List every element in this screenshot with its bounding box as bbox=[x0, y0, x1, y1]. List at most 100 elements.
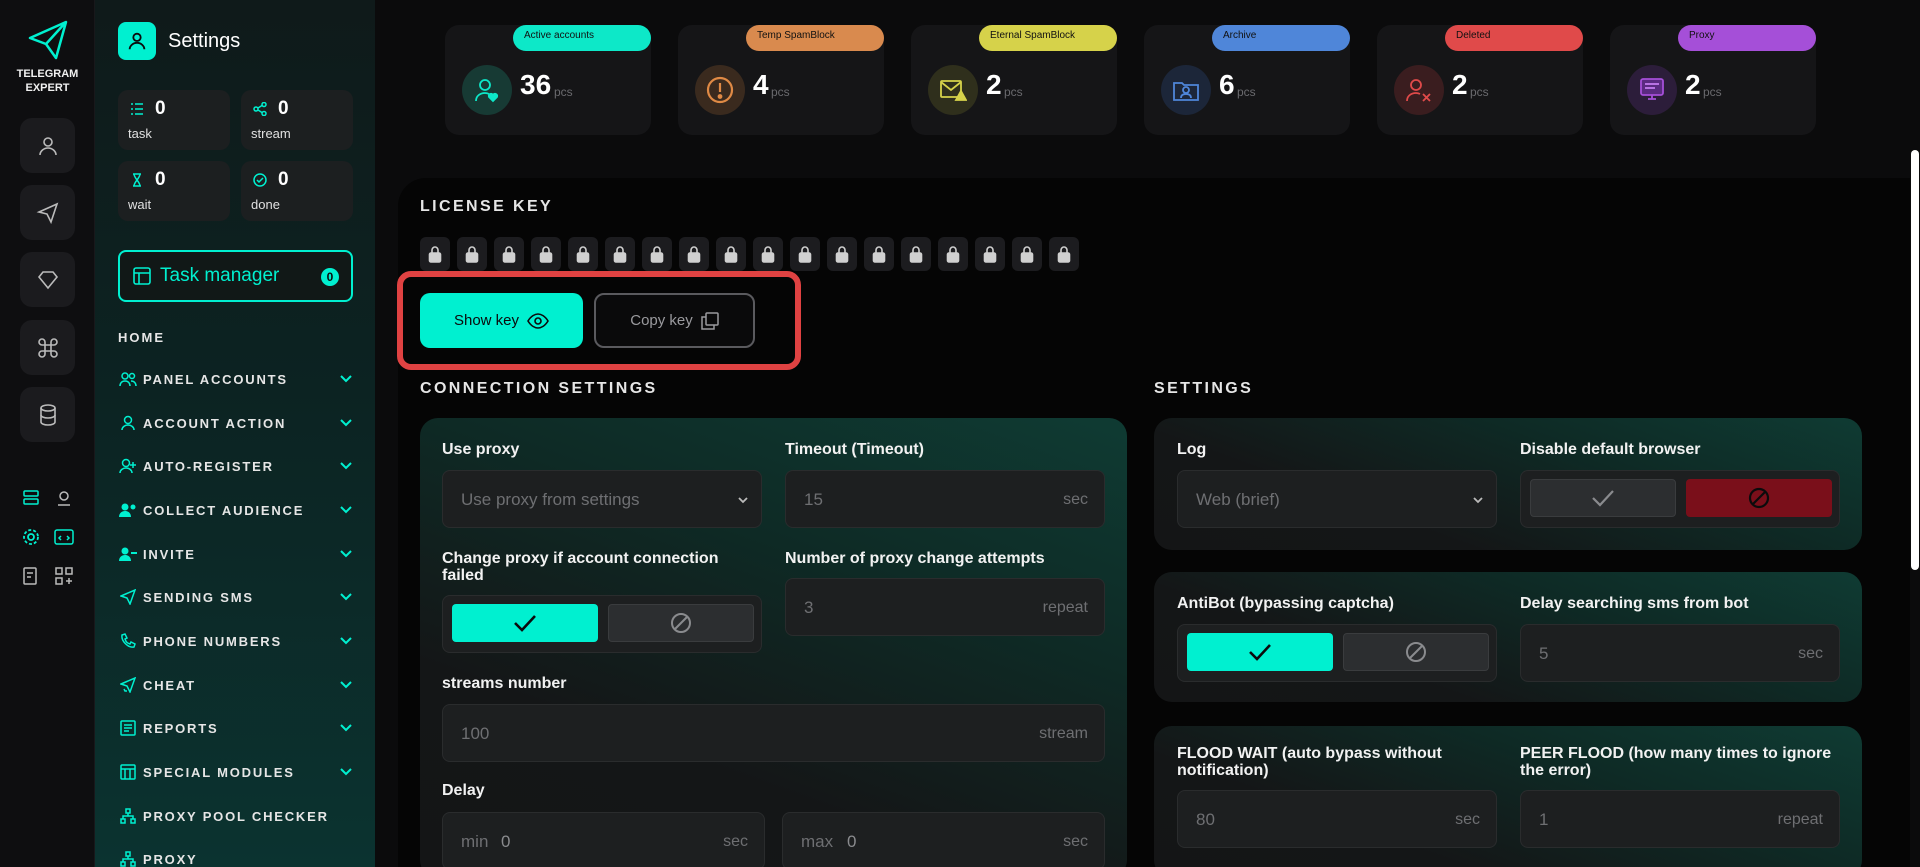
stat-card-temp-spamblock[interactable]: Temp SpamBlock 4 pcs bbox=[678, 25, 884, 135]
nav-proxy[interactable]: PROXY bbox=[118, 845, 353, 867]
nav-invite[interactable]: INVITE bbox=[118, 540, 353, 568]
nav-panel-accounts[interactable]: PANEL ACCOUNTS bbox=[118, 365, 353, 393]
stat-card-unit: pcs bbox=[1470, 85, 1489, 99]
stat-card-active-accounts[interactable]: Active accounts 36 pcs bbox=[445, 25, 651, 135]
rail-accounts-button[interactable] bbox=[20, 118, 75, 173]
lock-icon bbox=[679, 237, 709, 271]
profile-avatar[interactable] bbox=[118, 22, 156, 60]
flood-wait-input[interactable]: 80 sec bbox=[1177, 790, 1497, 848]
page-title: Settings bbox=[168, 29, 241, 52]
delay-label: Delay bbox=[442, 782, 485, 799]
toggle-off-option[interactable] bbox=[1686, 479, 1832, 517]
nav-label: SPECIAL MODULES bbox=[143, 764, 295, 780]
lock-icon bbox=[1049, 237, 1079, 271]
show-key-button[interactable]: Show key bbox=[420, 293, 583, 348]
delay-sms-label: Delay searching sms from bot bbox=[1520, 595, 1749, 612]
use-proxy-select[interactable]: Use proxy from settings bbox=[442, 470, 762, 528]
server-list-icon[interactable] bbox=[20, 487, 42, 509]
proxy-attempts-input[interactable]: 3 repeat bbox=[785, 578, 1105, 636]
nav-label: INVITE bbox=[143, 546, 196, 562]
disable-browser-toggle[interactable] bbox=[1520, 470, 1840, 528]
stat-card-proxy[interactable]: Proxy 2 pcs bbox=[1610, 25, 1816, 135]
nav-phone-numbers[interactable]: PHONE NUMBERS bbox=[118, 627, 353, 655]
phone-icon bbox=[118, 631, 138, 651]
nav-cheat[interactable]: CHEAT bbox=[118, 671, 353, 699]
nav-collect-audience[interactable]: COLLECT AUDIENCE bbox=[118, 496, 353, 524]
ban-icon bbox=[671, 613, 691, 633]
peer-flood-unit: repeat bbox=[1777, 811, 1823, 828]
alert-circle-icon bbox=[695, 65, 745, 115]
stat-card-value: 6 bbox=[1219, 69, 1235, 100]
timeout-input[interactable]: 15 sec bbox=[785, 470, 1105, 528]
chevron-down-icon bbox=[340, 550, 352, 558]
chevron-down-icon bbox=[1473, 497, 1483, 504]
nav-home[interactable]: HOME bbox=[118, 330, 165, 345]
task-manager-label: Task manager bbox=[160, 265, 280, 286]
delay-min-label: min bbox=[461, 832, 489, 851]
scrollbar-thumb[interactable] bbox=[1911, 150, 1919, 570]
sidebar-header: Settings bbox=[118, 22, 240, 60]
user-heart-icon bbox=[462, 65, 512, 115]
delay-max-input[interactable]: max 0 sec bbox=[782, 812, 1105, 867]
peer-flood-label: PEER FLOOD (how many times to ignore the… bbox=[1520, 745, 1832, 779]
rail-send-button[interactable] bbox=[20, 185, 75, 240]
change-proxy-toggle[interactable] bbox=[442, 595, 762, 653]
lock-icon bbox=[753, 237, 783, 271]
lock-icon bbox=[975, 237, 1005, 271]
nav-proxy-pool-checker[interactable]: PROXY POOL CHECKER bbox=[118, 802, 353, 830]
antibot-toggle[interactable] bbox=[1177, 624, 1497, 682]
gear-icon[interactable] bbox=[20, 526, 42, 548]
nav-account-action[interactable]: ACCOUNT ACTION bbox=[118, 409, 353, 437]
toggle-on-option[interactable] bbox=[1530, 479, 1676, 517]
mail-warning-icon bbox=[928, 65, 978, 115]
chevron-down-icon bbox=[340, 768, 352, 776]
stat-card-label: Deleted bbox=[1445, 25, 1583, 51]
grid-add-icon[interactable] bbox=[53, 565, 75, 587]
streams-unit: stream bbox=[1039, 725, 1088, 742]
stat-card-unit: pcs bbox=[554, 85, 573, 99]
nav-label: REPORTS bbox=[143, 720, 219, 736]
stat-card-unit: pcs bbox=[1004, 85, 1023, 99]
brand[interactable]: TELEGRAM EXPERT bbox=[0, 18, 95, 95]
map-pin-user-icon[interactable] bbox=[53, 487, 75, 509]
rail-premium-button[interactable] bbox=[20, 252, 75, 307]
code-window-icon[interactable] bbox=[53, 526, 75, 548]
nav-label: PROXY bbox=[143, 851, 198, 867]
rail-database-button[interactable] bbox=[20, 387, 75, 442]
stat-card-eternal-spamblock[interactable]: Eternal SpamBlock 2 pcs bbox=[911, 25, 1117, 135]
toggle-on-option[interactable] bbox=[1187, 633, 1333, 671]
wait-label: wait bbox=[128, 197, 152, 212]
sidebar: Settings 0 task 0 stream 0 wait 0 done T… bbox=[95, 0, 375, 867]
stat-card-value: 4 bbox=[753, 69, 769, 100]
command-icon bbox=[37, 337, 58, 358]
copy-icon bbox=[701, 311, 719, 330]
peer-flood-input[interactable]: 1 repeat bbox=[1520, 790, 1840, 848]
checklist-icon[interactable] bbox=[20, 565, 42, 587]
log-select[interactable]: Web (brief) bbox=[1177, 470, 1497, 528]
timeout-label: Timeout (Timeout) bbox=[785, 441, 924, 458]
nav-reports[interactable]: REPORTS bbox=[118, 714, 353, 742]
nav-sending-sms[interactable]: SENDING SMS bbox=[118, 583, 353, 611]
toggle-on-option[interactable] bbox=[452, 604, 598, 642]
rail-command-button[interactable] bbox=[20, 320, 75, 375]
stat-card-deleted[interactable]: Deleted 2 pcs bbox=[1377, 25, 1583, 135]
delay-sms-input[interactable]: 5 sec bbox=[1520, 624, 1840, 682]
streams-input[interactable]: 100 stream bbox=[442, 704, 1105, 762]
scrollbar[interactable] bbox=[1910, 150, 1920, 570]
copy-key-button[interactable]: Copy key bbox=[594, 293, 755, 348]
streams-label: streams number bbox=[442, 675, 567, 692]
task-count: 0 bbox=[155, 98, 166, 119]
toggle-off-option[interactable] bbox=[1343, 633, 1489, 671]
stat-card-value: 2 bbox=[1452, 69, 1468, 100]
stat-card-archive[interactable]: Archive 6 pcs bbox=[1144, 25, 1350, 135]
task-manager-button[interactable]: Task manager 0 bbox=[118, 250, 353, 302]
nav-auto-register[interactable]: AUTO-REGISTER bbox=[118, 452, 353, 480]
left-rail: TELEGRAM EXPERT bbox=[0, 0, 95, 867]
network-icon bbox=[118, 849, 138, 867]
nav-label: ACCOUNT ACTION bbox=[143, 415, 287, 431]
delay-min-input[interactable]: min 0 sec bbox=[442, 812, 765, 867]
nav-special-modules[interactable]: SPECIAL MODULES bbox=[118, 758, 353, 786]
toggle-off-option[interactable] bbox=[608, 604, 754, 642]
brand-name: TELEGRAM EXPERT bbox=[16, 68, 79, 94]
telegram-logo-icon bbox=[26, 18, 70, 62]
